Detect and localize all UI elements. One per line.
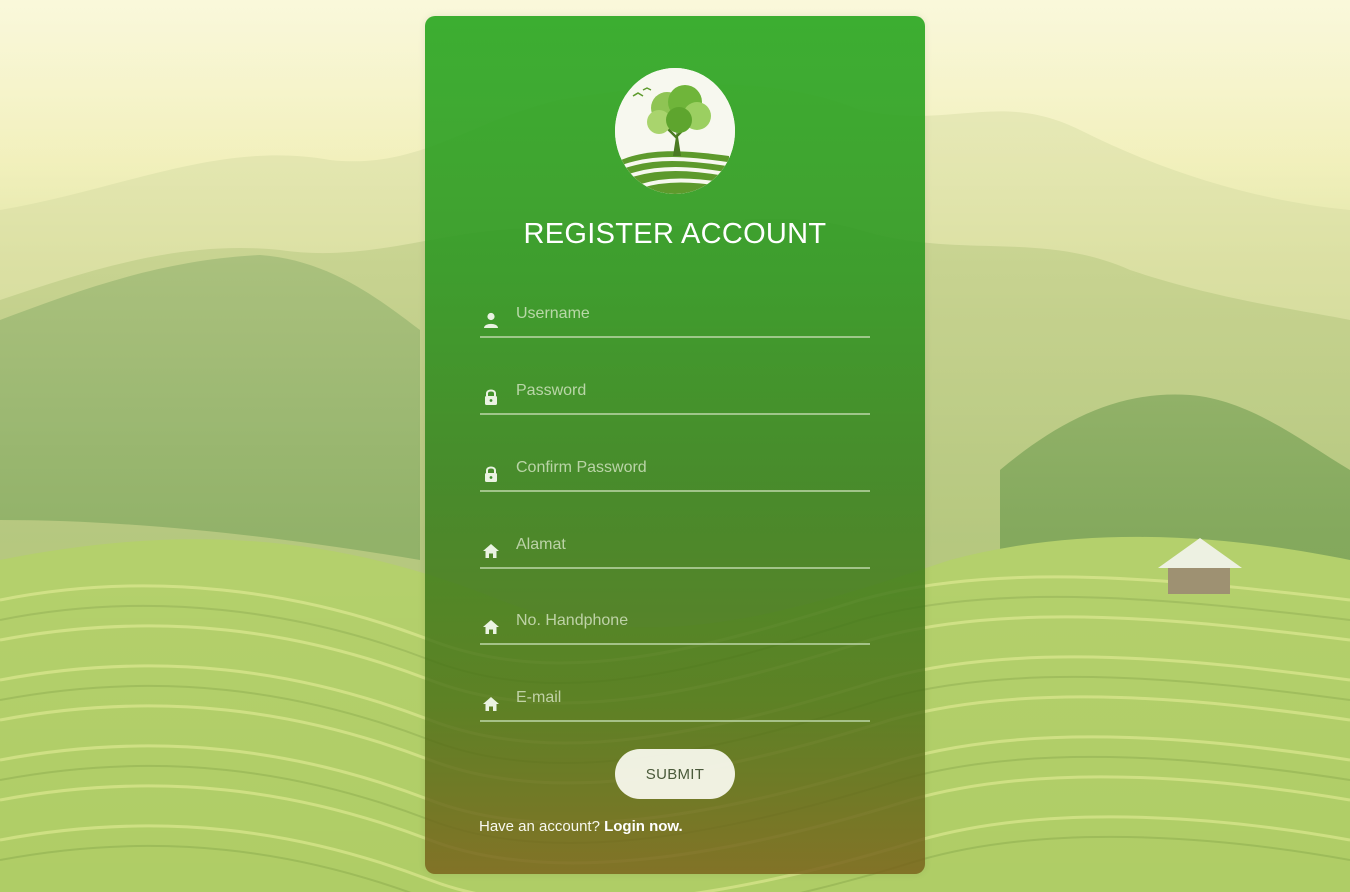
password-input[interactable]: [516, 373, 856, 409]
username-input[interactable]: [516, 296, 856, 332]
confirm-password-input[interactable]: [516, 450, 856, 486]
lock-icon: [482, 388, 500, 406]
tree-logo-icon: [615, 68, 735, 194]
handphone-input[interactable]: [516, 603, 856, 639]
login-prompt: Have an account? Login now.: [479, 818, 683, 835]
email-field: [480, 680, 870, 722]
page-title: REGISTER ACCOUNT: [523, 218, 827, 250]
username-field: [480, 296, 870, 338]
home-icon: [482, 695, 500, 713]
password-field: [480, 373, 870, 415]
login-now-link[interactable]: Login now.: [604, 818, 683, 835]
register-card: REGISTER ACCOUNT Username Alamat No. Han…: [425, 16, 925, 874]
page-background: REGISTER ACCOUNT Username Alamat No. Han…: [0, 0, 1350, 892]
home-icon: [482, 542, 500, 560]
login-prompt-text: Have an account?: [479, 818, 600, 835]
alamat-field: [480, 527, 870, 569]
user-icon: [482, 311, 500, 329]
email-input[interactable]: [516, 680, 856, 716]
home-icon: [482, 618, 500, 636]
confirm-password-field: [480, 450, 870, 492]
submit-button[interactable]: SUBMIT: [615, 749, 735, 799]
lock-icon: [482, 465, 500, 483]
handphone-field: [480, 603, 870, 645]
alamat-input[interactable]: [516, 527, 856, 563]
